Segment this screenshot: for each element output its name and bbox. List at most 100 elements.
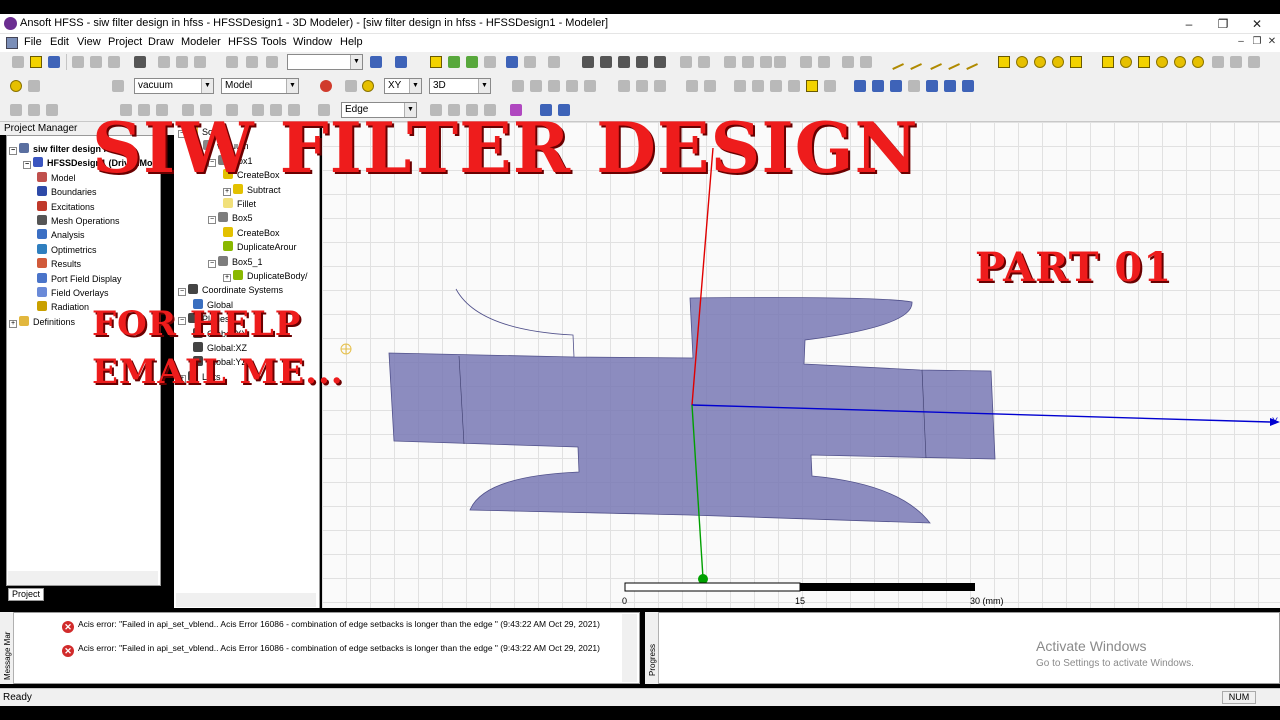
walk-icon[interactable] (654, 56, 666, 68)
project-tree-item[interactable]: Port Field Display (37, 272, 122, 286)
history-horizontal-scrollbar[interactable] (176, 593, 316, 607)
draw-box-icon[interactable] (1102, 56, 1114, 68)
draw-regular-polygon-icon[interactable] (1034, 56, 1046, 68)
mdi-close-button[interactable]: ✕ (1265, 36, 1279, 47)
scale-icon[interactable] (908, 80, 920, 92)
project-tab[interactable]: Project (8, 588, 44, 601)
draw-line-icon[interactable] (888, 54, 904, 70)
shade-icon[interactable] (842, 56, 854, 68)
toolbar-blank-select[interactable]: ▼ (287, 54, 363, 70)
project-tree-item[interactable]: Field Overlays (37, 286, 109, 300)
history-tree-item[interactable]: DuplicateArour (223, 240, 297, 254)
mdi-restore-button[interactable]: ❐ (1250, 36, 1264, 47)
coord-expression-icon[interactable] (584, 80, 596, 92)
show-icon[interactable] (28, 104, 40, 116)
draw-rectangle-icon[interactable] (998, 56, 1010, 68)
draw-arc-center-icon[interactable] (944, 54, 960, 70)
menu-tools[interactable]: Tools (261, 36, 287, 48)
menu-file[interactable]: File (24, 36, 42, 48)
modeler-viewport[interactable]: Y 0 15 30 (mm) (322, 122, 1280, 608)
draw-sphere-icon[interactable] (1174, 56, 1186, 68)
expand-icon[interactable]: + (9, 319, 17, 328)
menu-draw[interactable]: Draw (148, 36, 174, 48)
menu-help[interactable]: Help (340, 36, 363, 48)
close-button[interactable]: ✕ (1234, 14, 1280, 34)
sweep-around-icon[interactable] (752, 80, 764, 92)
history-tree-item[interactable]: + DuplicateBody/ (223, 269, 308, 283)
sweep-icon[interactable] (370, 56, 382, 68)
collapse-icon[interactable]: − (9, 147, 17, 155)
coord-object-icon[interactable] (548, 80, 560, 92)
menu-modeler[interactable]: Modeler (181, 36, 221, 48)
uncover-icon[interactable] (824, 80, 836, 92)
coord-set-icon[interactable] (566, 80, 578, 92)
fit-selection-icon[interactable] (742, 56, 754, 68)
project-tree-item[interactable]: Excitations (37, 200, 95, 214)
show-all-icon[interactable] (46, 104, 58, 116)
validate-icon[interactable] (430, 56, 442, 68)
undo-icon[interactable] (176, 56, 188, 68)
history-tree-item[interactable]: − Box5 (208, 211, 253, 225)
move-up-icon[interactable] (226, 56, 238, 68)
material-select[interactable]: vacuum ▼ (134, 78, 214, 94)
zoom-window-icon[interactable] (760, 56, 772, 68)
collapse-icon[interactable]: − (208, 216, 216, 225)
fields-icon[interactable] (484, 56, 496, 68)
collapse-icon[interactable]: − (23, 161, 31, 170)
coord-relative-icon[interactable] (512, 80, 524, 92)
print-icon[interactable] (134, 56, 146, 68)
message-manager-strip[interactable]: Message Mar (0, 612, 14, 684)
mdi-minimize-button[interactable]: – (1234, 36, 1248, 47)
expand-icon[interactable]: + (223, 274, 231, 282)
draw-face-icon[interactable] (1070, 56, 1082, 68)
history-tree-item[interactable]: Fillet (223, 197, 256, 211)
properties-icon[interactable] (266, 56, 278, 68)
project-tree-item[interactable]: Radiation (37, 300, 89, 314)
duplicate-around-icon[interactable] (944, 80, 956, 92)
fit-all-icon[interactable] (724, 56, 736, 68)
thicken-icon[interactable] (788, 80, 800, 92)
open-icon[interactable] (30, 56, 42, 68)
menu-project[interactable]: Project (108, 36, 142, 48)
menu-window[interactable]: Window (293, 36, 332, 48)
stop-icon[interactable] (320, 80, 332, 92)
split-icon[interactable] (686, 80, 698, 92)
message-item-2[interactable]: ✕ Acis error: "Failed in api_set_vblend.… (62, 643, 618, 657)
separate-icon[interactable] (704, 80, 716, 92)
model-canvas[interactable]: Y 0 15 30 (mm) (322, 122, 1280, 608)
draw-spiral-icon[interactable] (1230, 56, 1242, 68)
project-tree-item[interactable]: Analysis (37, 228, 85, 242)
pan-icon[interactable] (582, 56, 594, 68)
draw-polyhedron-icon[interactable] (1138, 56, 1150, 68)
project-tree-item[interactable]: Optimetrics (37, 243, 97, 257)
script-icon[interactable] (395, 56, 407, 68)
draw-cylinder-icon[interactable] (1120, 56, 1132, 68)
rotate-icon[interactable] (600, 56, 612, 68)
analyze-icon[interactable] (448, 56, 460, 68)
rotate-object-icon[interactable] (872, 80, 884, 92)
draw-spline-icon[interactable] (906, 54, 922, 70)
copy-icon[interactable] (90, 56, 102, 68)
sweep-vector-icon[interactable] (770, 80, 782, 92)
message-vertical-scrollbar[interactable] (622, 614, 637, 682)
menu-view[interactable]: View (77, 36, 101, 48)
mirror-icon[interactable] (890, 80, 902, 92)
unite-icon[interactable] (618, 80, 630, 92)
message-item-1[interactable]: ✕ Acis error: "Failed in api_set_vblend.… (62, 619, 618, 633)
draw-ellipse-icon[interactable] (1052, 56, 1064, 68)
context-help-icon[interactable] (28, 80, 40, 92)
cut-icon[interactable] (72, 56, 84, 68)
draw-equation-curve-icon[interactable] (962, 54, 978, 70)
zoom-in-icon[interactable] (680, 56, 692, 68)
zoom-icon[interactable] (506, 56, 518, 68)
results-icon[interactable] (466, 56, 478, 68)
project-tree-item[interactable]: Mesh Operations (37, 214, 120, 228)
history-tree-item[interactable]: − Coordinate Systems (178, 283, 283, 297)
draw-arc-icon[interactable] (926, 54, 942, 70)
snap-point-icon[interactable] (345, 80, 357, 92)
select-icon[interactable] (548, 56, 560, 68)
progress-strip[interactable]: Progress (645, 612, 659, 684)
project-tree-item[interactable]: Results (37, 257, 81, 271)
duplicate-along-icon[interactable] (926, 80, 938, 92)
wireframe-icon[interactable] (818, 56, 830, 68)
